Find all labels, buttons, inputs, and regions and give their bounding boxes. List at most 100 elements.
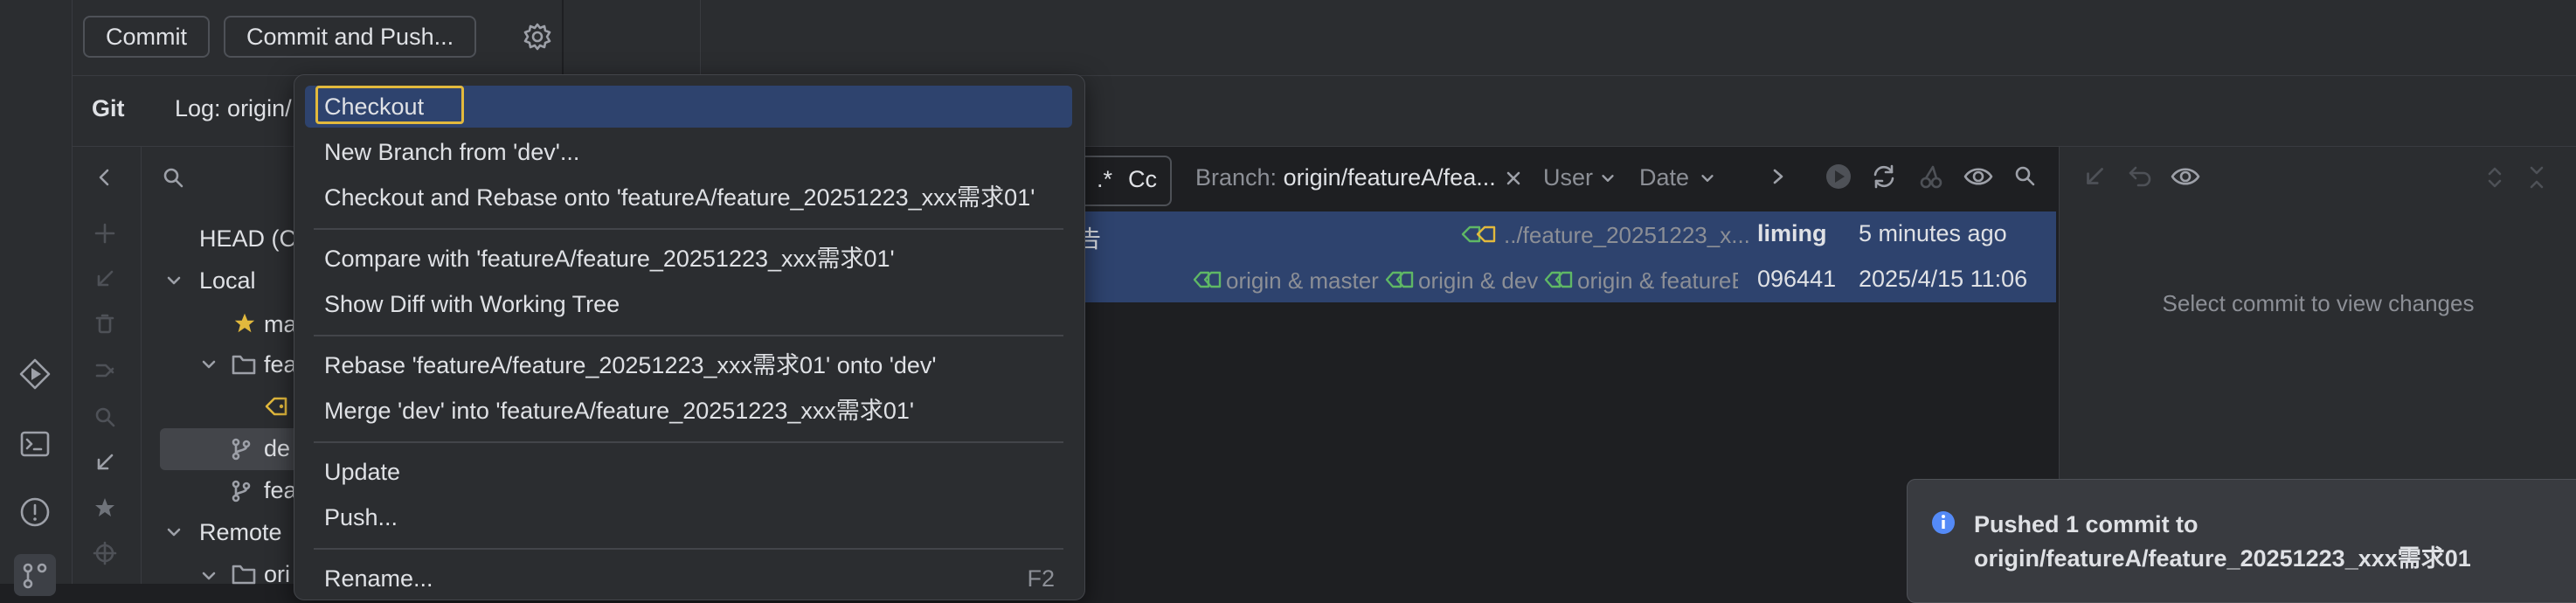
menu-item-compare[interactable]: Compare with 'featureA/feature_20251223_…	[305, 238, 1072, 280]
commit-and-push-button[interactable]: Commit and Push...	[224, 16, 477, 58]
menu-item-label: Rename...	[324, 565, 433, 592]
folder-icon	[231, 353, 257, 376]
collapse-left-icon[interactable]	[92, 164, 118, 191]
tree-branch-master[interactable]: ma	[264, 311, 297, 338]
eye-icon[interactable]	[1963, 163, 1994, 191]
gear-icon[interactable]	[522, 21, 553, 52]
star-icon[interactable]	[92, 495, 118, 521]
menu-separator	[314, 441, 1063, 443]
activity-bar	[0, 0, 73, 596]
branch-filter-value: origin/featureA/fea...	[1283, 164, 1496, 191]
search-icon[interactable]	[92, 404, 118, 430]
expand-icon[interactable]	[2483, 164, 2507, 191]
undo-icon[interactable]	[2126, 163, 2154, 191]
merge-icon[interactable]	[92, 357, 118, 383]
branches-toolbar	[73, 147, 142, 584]
menu-separator	[314, 548, 1063, 550]
chevron-down-icon[interactable]	[164, 271, 184, 290]
tab-log[interactable]: Log: origin/	[175, 95, 292, 122]
menu-separator	[314, 335, 1063, 336]
commit-date: 2025/4/15 11:06	[1859, 266, 2028, 292]
menu-item-new-branch[interactable]: New Branch from 'dev'...	[305, 131, 1072, 173]
tag-icon	[1193, 269, 1222, 290]
chevron-down-icon[interactable]	[199, 355, 218, 374]
tree-folder-origin[interactable]: ori	[264, 561, 290, 588]
tree-folder-feature[interactable]: fea	[264, 351, 297, 378]
menu-item-update[interactable]: Update	[305, 451, 1072, 493]
update-icon[interactable]	[92, 449, 118, 475]
user-filter[interactable]: User	[1543, 164, 1593, 191]
plus-icon[interactable]	[92, 220, 118, 246]
editor-top-area	[564, 0, 2576, 76]
chevron-right-icon[interactable]	[1769, 166, 1788, 187]
info-icon	[1930, 509, 1956, 536]
branch-icon	[229, 479, 253, 503]
run-icon[interactable]	[14, 353, 56, 395]
menu-item-push[interactable]: Push...	[305, 496, 1072, 538]
divider	[700, 0, 701, 75]
tag-icon	[1544, 269, 1574, 290]
commit-refs: ../feature_20251223_x...	[1504, 222, 1750, 248]
ref-label: origin & featureB	[1577, 267, 1738, 294]
menu-shortcut: F2	[1027, 565, 1055, 592]
git-icon[interactable]	[14, 554, 56, 596]
branch-filter-prefix: Branch:	[1195, 164, 1278, 191]
tree-remote[interactable]: Remote	[199, 519, 282, 546]
terminal-icon[interactable]	[14, 423, 56, 465]
commit-author: liming	[1757, 220, 1827, 246]
tree-local[interactable]: Local	[199, 267, 256, 295]
fetch-icon[interactable]	[2081, 163, 2109, 191]
chevron-down-icon[interactable]	[1699, 170, 1716, 187]
refresh-icon[interactable]	[1870, 163, 1898, 191]
cherry-pick-icon[interactable]	[1917, 163, 1945, 191]
collapse-icon[interactable]	[2524, 164, 2549, 191]
eye-icon[interactable]	[2170, 163, 2201, 191]
notification-title: Pushed 1 commit to	[1974, 511, 2199, 537]
tag-icon	[264, 395, 290, 418]
branch-context-menu: Checkout New Branch from 'dev'... Checko…	[294, 74, 1085, 600]
search-icon[interactable]	[2012, 163, 2038, 189]
commit-toolbar: Commit Commit and Push...	[73, 0, 562, 76]
tree-branch-dev[interactable]: de	[264, 435, 290, 462]
match-case-toggle[interactable]: Cc	[1128, 166, 1157, 193]
branch-icon	[229, 437, 253, 461]
commit-author: 096441	[1757, 266, 1837, 292]
locate-icon[interactable]	[92, 540, 118, 566]
menu-item-merge[interactable]: Merge 'dev' into 'featureA/feature_20251…	[305, 390, 1072, 432]
table-row[interactable]: 告 ../feature_20251223_x... liming 5 minu…	[1077, 211, 2056, 257]
menu-item-checkout[interactable]: Checkout	[305, 86, 1072, 128]
notification-branch: origin/featureA/feature_20251223_xxx需求01	[1974, 545, 2471, 572]
tree-head[interactable]: HEAD (C	[199, 225, 296, 253]
star-icon	[232, 311, 257, 336]
chevron-down-icon[interactable]	[1599, 170, 1617, 187]
branch-filter[interactable]: Branch: origin/featureA/fea...	[1195, 164, 1496, 191]
search-icon[interactable]	[160, 164, 186, 191]
date-filter-label: Date	[1639, 164, 1690, 191]
tag-icon	[1385, 269, 1415, 290]
ref-label: origin & dev	[1418, 267, 1539, 294]
chevron-down-icon[interactable]	[199, 566, 218, 586]
push-notification[interactable]: Pushed 1 commit to origin/featureA/featu…	[1907, 479, 2576, 603]
fetch-icon[interactable]	[92, 266, 118, 292]
problems-icon[interactable]	[14, 491, 56, 533]
tree-branch-feature[interactable]: fea	[264, 477, 297, 504]
menu-item-rename[interactable]: Rename... F2	[305, 558, 1072, 600]
tab-git[interactable]: Git	[92, 95, 125, 122]
regex-toggle[interactable]: .*	[1097, 166, 1112, 193]
menu-item-checkout-rebase[interactable]: Checkout and Rebase onto 'featureA/featu…	[305, 177, 1072, 218]
table-row[interactable]: origin & master origin & dev origin & fe…	[1077, 257, 2056, 302]
search-options: .* Cc	[1077, 156, 1172, 206]
run-icon[interactable]	[1825, 163, 1852, 191]
chevron-down-icon[interactable]	[164, 523, 184, 542]
user-filter-label: User	[1543, 164, 1594, 191]
trash-icon[interactable]	[92, 311, 118, 337]
menu-separator	[314, 228, 1063, 230]
empty-details-text: Select commit to view changes	[2162, 290, 2475, 316]
ref-label: origin & master	[1226, 267, 1379, 294]
focus-outline	[315, 86, 464, 124]
commit-button[interactable]: Commit	[83, 16, 210, 58]
date-filter[interactable]: Date	[1639, 164, 1689, 191]
menu-item-show-diff[interactable]: Show Diff with Working Tree	[305, 283, 1072, 325]
close-icon[interactable]	[1505, 170, 1522, 187]
menu-item-rebase[interactable]: Rebase 'featureA/feature_20251223_xxx需求0…	[305, 344, 1072, 386]
